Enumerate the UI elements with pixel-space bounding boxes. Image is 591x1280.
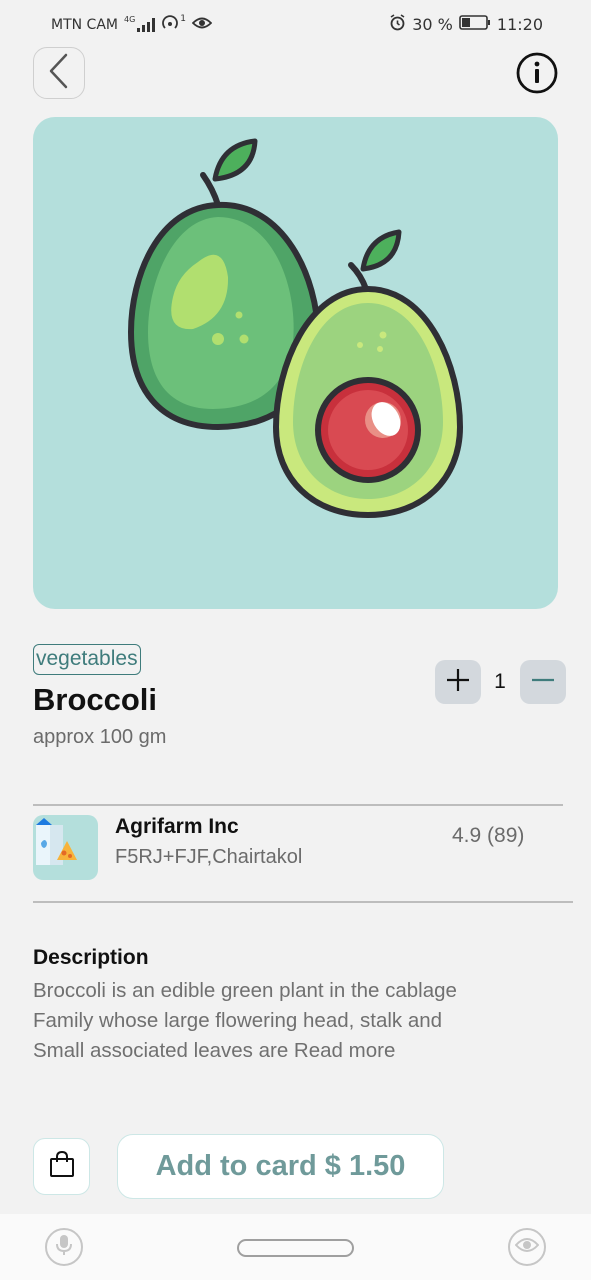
- microphone-icon: [56, 1234, 72, 1261]
- product-image: [33, 117, 558, 609]
- avocado-illustration: [127, 138, 464, 519]
- add-to-cart-button[interactable]: Add to card $ 1.50: [117, 1134, 444, 1199]
- minus-icon: [531, 668, 555, 697]
- home-pill-icon[interactable]: [237, 1239, 354, 1257]
- battery-icon: [459, 15, 491, 34]
- carrier-name: MTN CAM: [51, 17, 118, 33]
- description-line: Family whose large flowering head, stalk…: [33, 1009, 443, 1032]
- chevron-left-icon: [48, 53, 70, 94]
- description-line[interactable]: Small associated leaves are Read more: [33, 1036, 533, 1066]
- category-tag[interactable]: vegetables: [33, 644, 141, 675]
- seller-rating: 4.9 (89): [452, 824, 525, 847]
- plus-icon: [446, 668, 470, 697]
- eye-icon: [514, 1237, 540, 1258]
- status-bar: MTN CAM 4G 1 30 % 11:20: [0, 0, 591, 46]
- quantity-value: 1: [494, 670, 506, 693]
- info-icon: [516, 52, 558, 99]
- battery-percent: 30 %: [412, 15, 453, 34]
- eye-comfort-icon: [191, 16, 213, 34]
- seller-address: F5RJ+FJF,Chairtakol: [115, 846, 303, 868]
- divider: [33, 901, 573, 903]
- hotspot-icon: [161, 15, 179, 35]
- hotspot-count: 1: [180, 14, 187, 24]
- shopping-bag-icon: [49, 1150, 75, 1183]
- farm-logo-icon: [33, 815, 98, 880]
- system-nav-bar: [0, 1214, 591, 1280]
- eye-button[interactable]: [508, 1228, 546, 1266]
- back-button[interactable]: [33, 47, 85, 99]
- microphone-button[interactable]: [45, 1228, 83, 1266]
- description-line: Broccoli is an edible green plant in the…: [33, 979, 457, 1002]
- quantity-decrease-button[interactable]: [520, 660, 566, 704]
- signal-icon: [137, 18, 156, 32]
- status-left: MTN CAM 4G 1: [51, 14, 213, 35]
- quantity-increase-button[interactable]: [435, 660, 481, 704]
- seller-name[interactable]: Agrifarm Inc: [115, 815, 239, 839]
- status-right: 30 % 11:20: [389, 14, 543, 35]
- description-text: Broccoli is an edible green plant in the…: [33, 976, 533, 1066]
- network-type: 4G: [124, 14, 136, 24]
- clock: 11:20: [496, 15, 543, 34]
- description-heading: Description: [33, 946, 149, 969]
- product-weight: approx 100 gm: [33, 726, 167, 748]
- info-button[interactable]: [515, 52, 559, 99]
- product-title: Broccoli: [33, 682, 158, 717]
- alarm-icon: [389, 14, 406, 35]
- divider: [33, 804, 563, 806]
- shopping-bag-button[interactable]: [33, 1138, 90, 1195]
